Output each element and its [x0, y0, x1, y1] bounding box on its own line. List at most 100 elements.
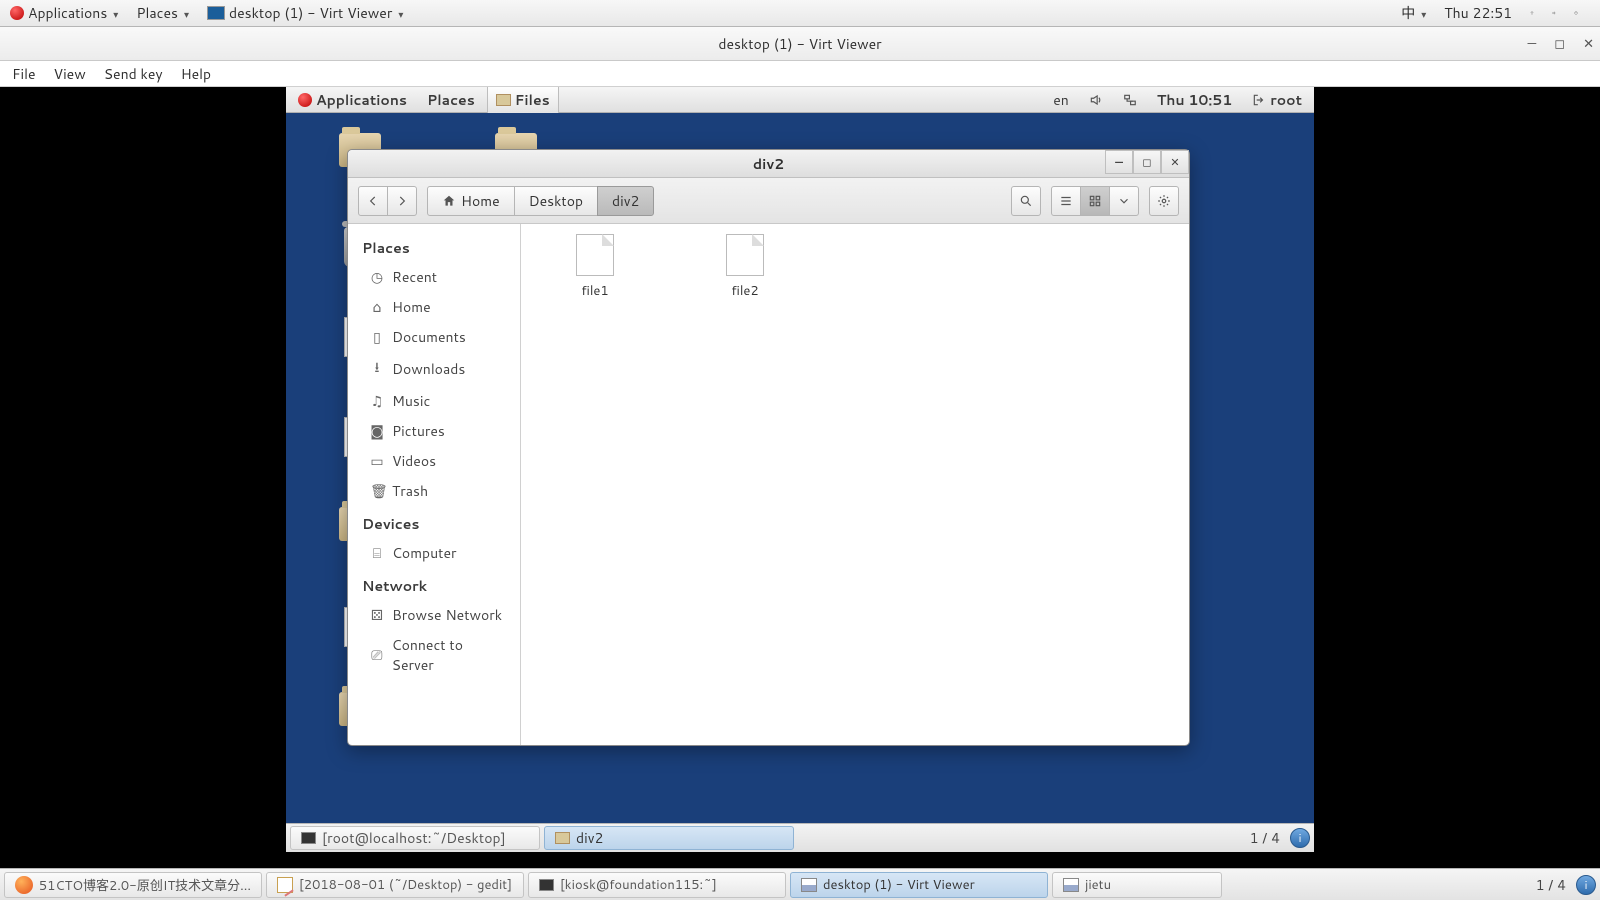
taskbar-entry-files[interactable]: div2: [544, 826, 794, 850]
gear-icon: [1157, 194, 1171, 208]
host-ime-indicator[interactable]: 中: [1395, 0, 1432, 27]
screenshot-icon: [1063, 878, 1079, 892]
sidebar-item-home[interactable]: ⌂Home: [348, 292, 520, 322]
firefox-icon: [15, 876, 33, 894]
guest-user-label: root: [1270, 90, 1302, 110]
path-bar: Home Desktop div2: [427, 186, 654, 216]
notification-badge-icon[interactable]: i: [1290, 828, 1310, 848]
host-bottom-panel: 51CTO博客2.0-原创IT技术文章分... [2018-08-01 (~/D…: [0, 868, 1600, 900]
path-home-label: Home: [461, 191, 500, 211]
host-applications-menu[interactable]: Applications: [4, 0, 124, 27]
guest-user-menu[interactable]: root: [1244, 87, 1310, 113]
guest-bottom-panel: [root@localhost:~/Desktop] div2 1 / 4 i: [286, 823, 1314, 852]
maximize-icon[interactable]: ◻: [1554, 35, 1565, 53]
guest-places-menu[interactable]: Places: [419, 87, 483, 113]
search-button[interactable]: [1011, 186, 1041, 216]
file-manager-content[interactable]: file1 file2: [521, 224, 1189, 745]
sidebar-item-music[interactable]: ♫Music: [348, 386, 520, 416]
sidebar-item-recent[interactable]: ◷ Recent: [348, 262, 520, 292]
sidebar-item-videos[interactable]: ▭Videos: [348, 446, 520, 476]
close-button[interactable]: ✕: [1161, 150, 1189, 174]
taskbar-entry-terminal[interactable]: [kiosk@foundation115:~]: [528, 872, 786, 898]
taskbar-entry-label: [kiosk@foundation115:~]: [560, 876, 717, 894]
maximize-button[interactable]: ◻: [1133, 150, 1161, 174]
sidebar-item-label: Documents: [392, 327, 466, 347]
grid-icon: [1088, 194, 1102, 208]
host-workspace-indicator[interactable]: 1 / 4: [1530, 875, 1572, 895]
taskbar-entry-firefox[interactable]: 51CTO博客2.0-原创IT技术文章分...: [4, 872, 262, 898]
menu-help[interactable]: Help: [181, 64, 211, 84]
wifi-icon[interactable]: [1524, 0, 1540, 27]
grid-view-button[interactable]: [1080, 186, 1110, 216]
sidebar-item-browse-network[interactable]: ⚄ Browse Network: [348, 600, 520, 630]
path-home[interactable]: Home: [427, 186, 515, 216]
taskbar-entry-label: [root@localhost:~/Desktop]: [322, 828, 506, 848]
taskbar-entry-virt-viewer[interactable]: desktop (1) - Virt Viewer: [790, 872, 1048, 898]
music-icon: ♫: [370, 391, 384, 411]
sidebar-item-label: Connect to Server: [392, 635, 506, 675]
host-places-menu[interactable]: Places: [130, 0, 195, 27]
sidebar-item-label: Browse Network: [392, 605, 502, 625]
sidebar-item-pictures[interactable]: ◙Pictures: [348, 416, 520, 446]
power-icon[interactable]: [1568, 0, 1584, 27]
home-icon: [442, 194, 456, 208]
menu-view[interactable]: View: [54, 64, 86, 84]
download-icon: ⭳: [370, 357, 384, 381]
path-current[interactable]: div2: [597, 186, 654, 216]
clock-icon: ◷: [370, 267, 384, 287]
sidebar-item-downloads[interactable]: ⭳Downloads: [348, 352, 520, 386]
guest-volume-icon[interactable]: [1081, 87, 1111, 113]
video-icon: ▭: [370, 451, 384, 471]
virt-viewer-menubar: File View Send key Help: [0, 61, 1600, 87]
forward-button[interactable]: [387, 186, 417, 216]
trash-icon: 🗑: [370, 481, 384, 501]
guest-desktop[interactable]: Applications Places Files en Thu 10:51 r…: [286, 87, 1314, 852]
menu-sendkey[interactable]: Send key: [104, 64, 163, 84]
sidebar-item-computer[interactable]: ⌸Computer: [348, 538, 520, 568]
guest-clock[interactable]: Thu 10:51: [1149, 87, 1240, 113]
guest-workspace-indicator[interactable]: 1 / 4: [1244, 828, 1286, 848]
virt-viewer-titlebar[interactable]: desktop (1) - Virt Viewer — ◻ ✕: [0, 27, 1600, 61]
minimize-button[interactable]: —: [1105, 150, 1133, 174]
sidebar-item-documents[interactable]: ▯Documents: [348, 322, 520, 352]
taskbar-entry-label: [2018-08-01 (~/Desktop) - gedit]: [299, 876, 512, 894]
file-item-file2[interactable]: file2: [715, 234, 775, 300]
path-desktop[interactable]: Desktop: [514, 186, 598, 216]
network-icon: ⚄: [370, 605, 384, 625]
sidebar-heading-devices: Devices: [348, 506, 520, 538]
view-options-button[interactable]: [1109, 186, 1139, 216]
volume-icon[interactable]: [1546, 0, 1562, 27]
list-view-button[interactable]: [1051, 186, 1081, 216]
taskbar-entry-terminal[interactable]: [root@localhost:~/Desktop]: [290, 826, 540, 850]
host-clock-label: Thu 22:51: [1444, 3, 1512, 23]
menu-file[interactable]: File: [12, 64, 36, 84]
close-icon[interactable]: ✕: [1583, 35, 1594, 53]
taskbar-entry-label: desktop (1) - Virt Viewer: [823, 876, 975, 894]
window-thumb-icon: [207, 6, 225, 20]
host-clock[interactable]: Thu 22:51: [1438, 0, 1518, 27]
file-item-file1[interactable]: file1: [565, 234, 625, 300]
guest-active-app[interactable]: Files: [487, 87, 559, 113]
back-button[interactable]: [358, 186, 388, 216]
computer-icon: ⌸: [370, 543, 384, 563]
sidebar-item-label: Recent: [392, 267, 437, 287]
file-item-label: file2: [731, 282, 758, 300]
taskbar-entry-screenshot[interactable]: jietu: [1052, 872, 1222, 898]
sidebar-item-label: Home: [392, 297, 431, 317]
host-window-switcher[interactable]: desktop (1) - Virt Viewer: [201, 0, 409, 27]
guest-applications-menu[interactable]: Applications: [290, 87, 415, 113]
virt-viewer-title: desktop (1) - Virt Viewer: [718, 34, 881, 54]
guest-clock-label: Thu 10:51: [1157, 90, 1232, 110]
gedit-icon: [277, 877, 293, 893]
minimize-icon[interactable]: —: [1528, 35, 1537, 53]
list-icon: [1059, 194, 1073, 208]
taskbar-entry-gedit[interactable]: [2018-08-01 (~/Desktop) - gedit]: [266, 872, 524, 898]
sidebar-item-connect-server[interactable]: ⎚Connect to Server: [348, 630, 520, 680]
notification-badge-icon[interactable]: i: [1576, 875, 1596, 895]
file-manager-titlebar[interactable]: div2 — ◻ ✕: [348, 150, 1189, 178]
guest-network-icon[interactable]: [1115, 87, 1145, 113]
settings-button[interactable]: [1149, 186, 1179, 216]
sidebar-item-trash[interactable]: 🗑Trash: [348, 476, 520, 506]
files-app-icon: [496, 94, 511, 106]
guest-lang-indicator[interactable]: en: [1045, 87, 1077, 113]
